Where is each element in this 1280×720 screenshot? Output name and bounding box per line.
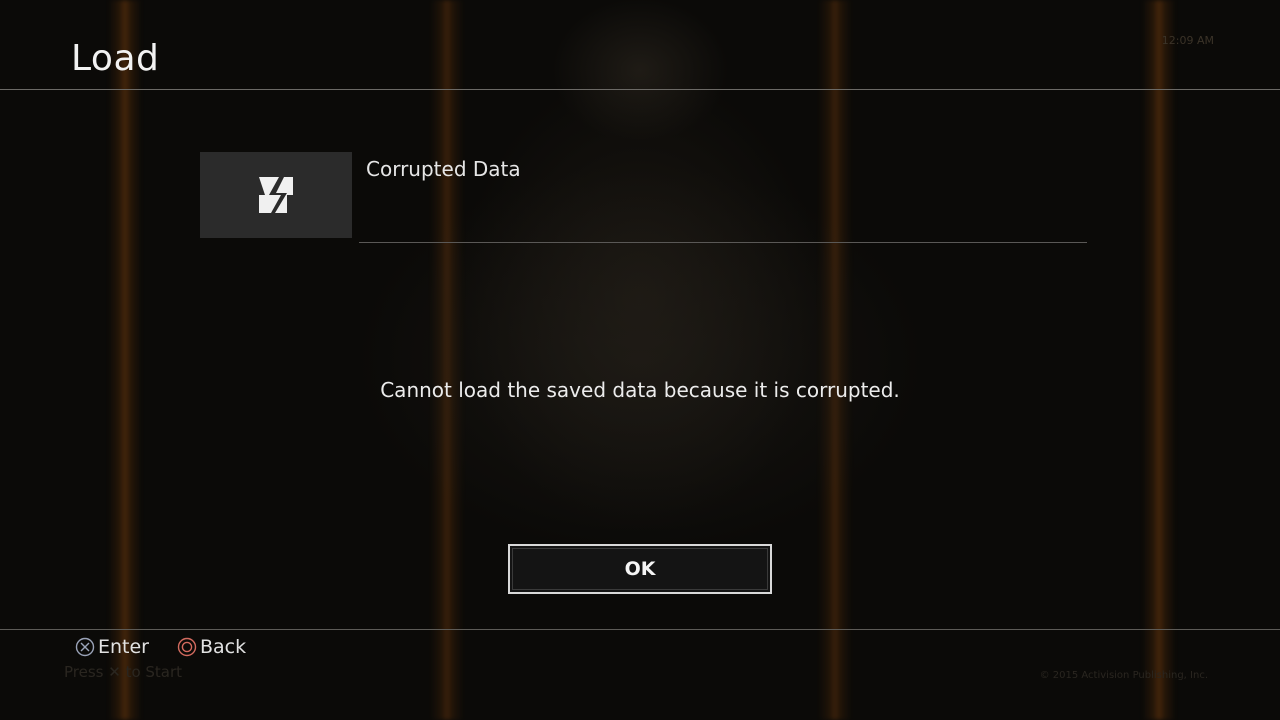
save-data-name: Corrupted Data [366, 157, 521, 181]
cross-button-icon [75, 637, 95, 657]
error-message: Cannot load the saved data because it is… [380, 378, 900, 402]
background-glow-strip [1142, 0, 1176, 720]
corrupted-data-icon [259, 177, 293, 213]
background-clock-text: 12:09 AM [1161, 34, 1214, 47]
background-glow-strip [108, 0, 142, 720]
ok-button-label: OK [624, 558, 656, 580]
background-press-start-text: Press ✕ to Start [64, 663, 183, 681]
back-hint: Back [177, 636, 246, 658]
footer-divider [0, 629, 1280, 630]
background-copyright-text: © 2015 Activision Publishing, Inc. [1039, 670, 1208, 681]
save-entry-divider [359, 242, 1087, 243]
enter-hint: Enter [75, 636, 149, 658]
back-hint-label: Back [200, 636, 247, 658]
background-soldier-artwork [250, 0, 1030, 720]
ok-button[interactable]: OK [508, 544, 772, 594]
header-divider [0, 89, 1280, 90]
page-title: Load [71, 38, 160, 79]
save-data-thumbnail [200, 152, 352, 238]
enter-hint-label: Enter [98, 636, 149, 658]
load-screen: Load 12:09 AM Corrupted Data Cannot load… [0, 0, 1280, 720]
circle-button-icon [177, 637, 197, 657]
